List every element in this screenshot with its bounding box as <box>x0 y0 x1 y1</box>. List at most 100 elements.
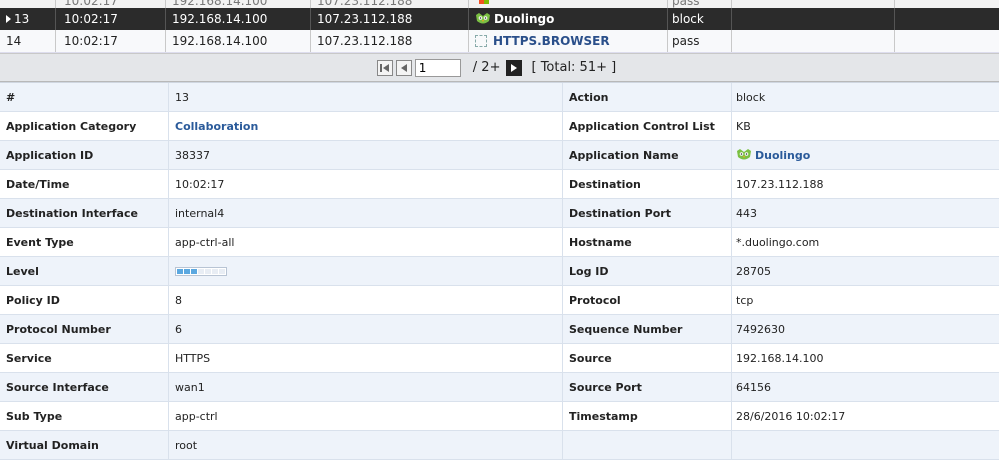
cell-action: pass <box>668 0 732 8</box>
application-category-link[interactable]: Collaboration <box>175 120 258 133</box>
detail-key: Source <box>563 344 732 372</box>
detail-value: tcp <box>736 293 754 307</box>
detail-value: 28705 <box>736 264 771 278</box>
cell-application: Duolingo <box>469 8 668 30</box>
detail-value: 192.168.14.100 <box>736 351 824 365</box>
detail-value: app-ctrl <box>169 402 563 430</box>
detail-value: HTTPS <box>169 344 563 372</box>
detail-value: 64156 <box>736 380 771 394</box>
level-segment <box>198 268 204 274</box>
detail-key: Action <box>563 83 732 111</box>
detail-key: Log ID <box>563 257 732 285</box>
detail-key: Application Control List <box>563 112 732 140</box>
detail-row: Policy ID 8 Protocol tcp <box>0 286 999 315</box>
detail-value: *.duolingo.com <box>736 235 820 249</box>
cell-source: 192.168.14.100 <box>166 8 311 30</box>
app-icon <box>479 0 489 4</box>
detail-value: app-ctrl-all <box>169 228 563 256</box>
detail-key: Source Port <box>563 373 732 401</box>
level-meter <box>175 266 227 276</box>
first-page-button[interactable] <box>376 59 393 76</box>
level-segment <box>219 268 225 274</box>
placeholder-icon <box>475 35 487 47</box>
detail-value: 38337 <box>169 141 563 169</box>
detail-key: Virtual Domain <box>0 431 169 459</box>
total-count-text: [ Total: 51+ ] <box>531 60 617 75</box>
table-row[interactable]: 14 10:02:17 192.168.14.100 107.23.112.18… <box>0 30 999 53</box>
cell-time: 10:02:17 <box>56 8 166 30</box>
detail-value <box>732 431 999 459</box>
detail-value: 7492630 <box>736 322 785 336</box>
detail-row: Sub Type app-ctrl Timestamp 28/6/2016 10… <box>0 402 999 431</box>
detail-row: Date/Time 10:02:17 Destination 107.23.11… <box>0 170 999 199</box>
cell-num: 14 <box>0 30 56 52</box>
detail-row: Application ID 38337 Application Name Du… <box>0 141 999 170</box>
detail-value: 107.23.112.188 <box>736 177 824 191</box>
page-number-input[interactable] <box>414 58 461 77</box>
detail-value: internal4 <box>169 199 563 227</box>
detail-value: block <box>736 90 766 104</box>
cell-num: 13 <box>0 8 56 30</box>
owl-icon <box>737 149 751 160</box>
detail-row: Service HTTPS Source 192.168.14.100 <box>0 344 999 373</box>
level-segment <box>191 268 197 274</box>
detail-value: Duolingo <box>732 141 999 169</box>
detail-row: Protocol Number 6 Sequence Number 749263… <box>0 315 999 344</box>
detail-key: Sequence Number <box>563 315 732 343</box>
detail-key: Protocol <box>563 286 732 314</box>
detail-key: Destination Port <box>563 199 732 227</box>
cell-num <box>0 0 56 8</box>
detail-row: Virtual Domain root <box>0 431 999 460</box>
detail-key: Application ID <box>0 141 169 169</box>
detail-key: # <box>0 83 169 111</box>
detail-row: # 13 Action block <box>0 83 999 112</box>
detail-key <box>563 431 732 459</box>
next-page-button[interactable] <box>506 59 523 76</box>
detail-key: Application Category <box>0 112 169 140</box>
owl-icon <box>476 13 490 24</box>
detail-key: Event Type <box>0 228 169 256</box>
cell-action: block <box>668 8 732 30</box>
cell-time: 10:02:17 <box>56 0 166 8</box>
detail-key: Destination Interface <box>0 199 169 227</box>
detail-value: root <box>169 431 563 459</box>
detail-row: Level Log ID 28705 <box>0 257 999 286</box>
application-name-link[interactable]: Duolingo <box>755 149 810 162</box>
detail-row: Destination Interface internal4 Destinat… <box>0 199 999 228</box>
level-segment <box>184 268 190 274</box>
detail-key: Policy ID <box>0 286 169 314</box>
cell-action: pass <box>668 30 732 52</box>
detail-key: Protocol Number <box>0 315 169 343</box>
detail-row: Application Category Collaboration Appli… <box>0 112 999 141</box>
page-count-text: / 2+ <box>472 60 501 75</box>
level-segment <box>205 268 211 274</box>
detail-value: wan1 <box>169 373 563 401</box>
detail-value: 8 <box>169 286 563 314</box>
level-segment <box>177 268 183 274</box>
detail-key: Date/Time <box>0 170 169 198</box>
cell-application: HTTPS.BROWSER <box>469 30 668 52</box>
detail-value <box>169 257 563 285</box>
detail-value: KB <box>736 119 751 133</box>
detail-key: Level <box>0 257 169 285</box>
cell-source: 192.168.14.100 <box>166 30 311 52</box>
detail-key: Service <box>0 344 169 372</box>
detail-key: Hostname <box>563 228 732 256</box>
detail-key: Timestamp <box>563 402 732 430</box>
table-row[interactable]: 10:02:17 192.168.14.100 107.23.112.188 p… <box>0 0 999 8</box>
cell-destination: 107.23.112.188 <box>311 8 469 30</box>
cell-application <box>469 0 668 8</box>
cell-source: 192.168.14.100 <box>166 0 311 8</box>
selected-row-arrow-icon <box>6 15 11 23</box>
detail-value: 443 <box>736 206 757 220</box>
detail-row: Source Interface wan1 Source Port 64156 <box>0 373 999 402</box>
detail-row: Event Type app-ctrl-all Hostname *.duoli… <box>0 228 999 257</box>
table-row-selected[interactable]: 13 10:02:17 192.168.14.100 107.23.112.18… <box>0 8 999 30</box>
detail-key: Sub Type <box>0 402 169 430</box>
prev-page-button[interactable] <box>395 59 412 76</box>
detail-value: Collaboration <box>169 112 563 140</box>
detail-value: 6 <box>169 315 563 343</box>
detail-key: Application Name <box>563 141 732 169</box>
cell-time: 10:02:17 <box>56 30 166 52</box>
detail-key: Source Interface <box>0 373 169 401</box>
